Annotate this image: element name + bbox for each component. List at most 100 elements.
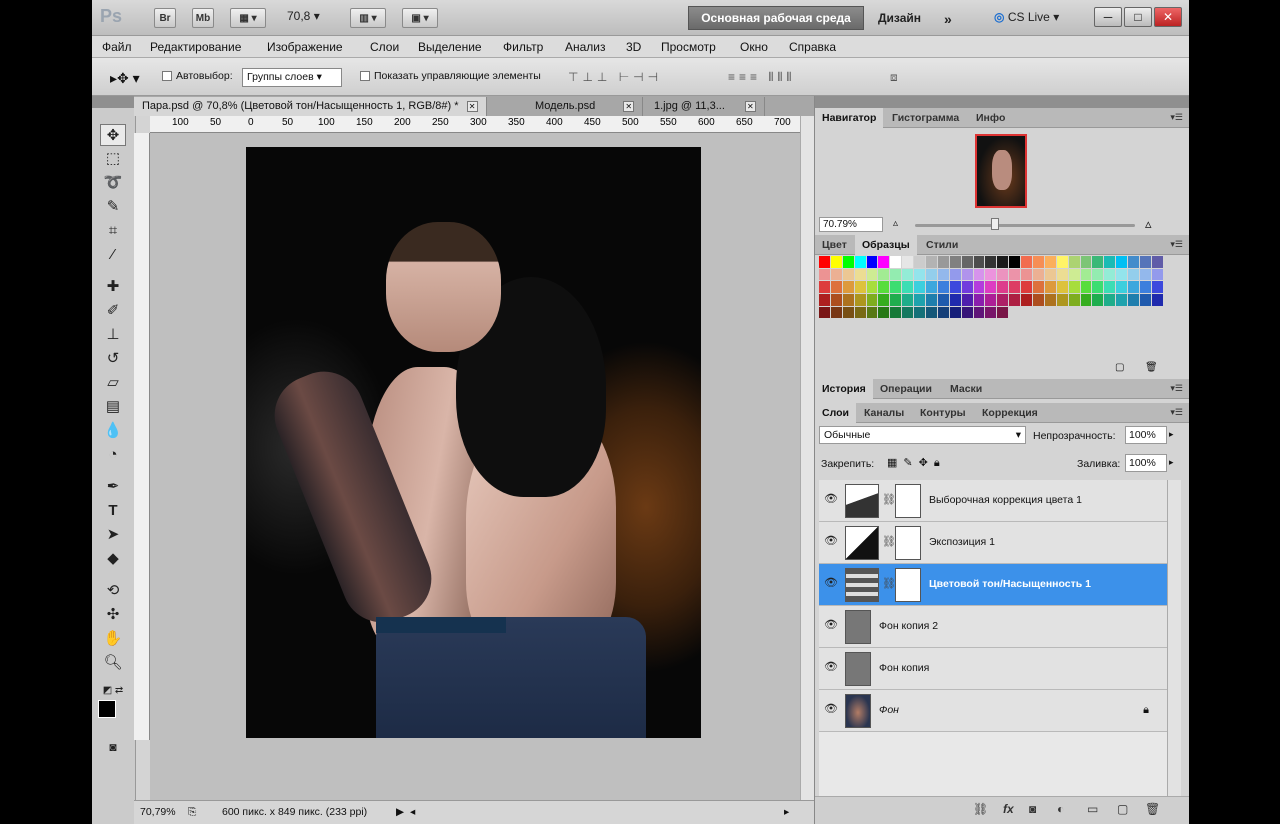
eraser-tool-icon[interactable]: ▱ <box>100 372 126 394</box>
color-swatch[interactable] <box>985 268 998 282</box>
layer-row[interactable]: 👁︎ ⛓︎ Выборочная коррекция цвета 1 <box>819 480 1167 522</box>
shape-tool-icon[interactable]: ◆ <box>100 548 126 570</box>
color-swatch[interactable] <box>1151 256 1164 269</box>
color-swatch[interactable] <box>902 294 915 307</box>
distribute-buttons-icon[interactable]: ≡≡≡ ⫴⫴⫴ <box>728 70 795 85</box>
navigator-zoom-field[interactable]: 70.79% <box>819 217 883 232</box>
minimize-button[interactable]: ─ <box>1094 7 1122 27</box>
color-swatch[interactable] <box>937 268 950 282</box>
color-swatch[interactable] <box>1140 256 1152 269</box>
menu-select[interactable]: Выделение <box>418 40 482 54</box>
new-swatch-icon[interactable]: ▢ <box>1115 362 1124 373</box>
color-swatch[interactable] <box>878 294 891 307</box>
layer-row[interactable]: 👁︎ Фон копия <box>819 648 1167 690</box>
color-swatch[interactable] <box>1056 281 1069 295</box>
color-swatch[interactable] <box>1116 281 1129 295</box>
layers-scrollbar[interactable] <box>1167 480 1181 810</box>
color-swatch[interactable] <box>1116 256 1129 269</box>
color-swatch[interactable] <box>914 281 927 295</box>
color-swatch[interactable] <box>1068 256 1081 269</box>
color-swatch[interactable] <box>890 306 903 320</box>
color-swatch[interactable] <box>914 306 927 320</box>
fill-field[interactable]: 100% <box>1125 454 1167 472</box>
history-brush-tool-icon[interactable]: ↺ <box>100 348 126 370</box>
panel-dock-grip[interactable] <box>815 96 1189 108</box>
maximize-button[interactable]: □ <box>1124 7 1152 27</box>
color-swatch[interactable] <box>961 268 974 282</box>
color-swatch[interactable] <box>961 294 974 307</box>
color-swatch[interactable] <box>985 306 998 320</box>
layer-row[interactable]: 👁︎ ⛓︎ Экспозиция 1 <box>819 522 1167 564</box>
color-swatch[interactable] <box>985 294 998 307</box>
color-swatch[interactable] <box>1009 256 1022 269</box>
color-swatch[interactable] <box>830 256 843 269</box>
color-swatch[interactable] <box>1033 294 1045 307</box>
color-swatch[interactable] <box>842 256 855 269</box>
color-swatch[interactable] <box>819 268 831 282</box>
minibridge-button[interactable]: Mb <box>192 8 214 28</box>
menu-view[interactable]: Просмотр <box>661 40 716 54</box>
panel-menu-icon[interactable]: ▾☰ <box>1170 239 1183 250</box>
swatches-grid[interactable] <box>819 256 1165 320</box>
hand-tool-icon[interactable]: ✋ <box>100 628 126 650</box>
foreground-color-swatch[interactable] <box>98 700 116 718</box>
color-swatch[interactable] <box>985 281 998 295</box>
scroll-right-arrow-icon[interactable]: ▸ <box>784 806 789 818</box>
navigator-zoom-knob[interactable] <box>991 218 999 230</box>
tab-para-psd[interactable]: Пара.psd @ 70,8% (Цветовой тон/Насыщенно… <box>134 97 487 116</box>
color-swatch[interactable] <box>1044 281 1057 295</box>
color-swatch[interactable] <box>1104 281 1117 295</box>
tab-adjustments[interactable]: Коррекция <box>975 403 1045 423</box>
close-button[interactable]: ✕ <box>1154 7 1182 27</box>
color-swatch[interactable] <box>1056 256 1069 269</box>
move-tool-preset-icon[interactable]: ▸✥ ▾ <box>110 70 140 87</box>
horizontal-ruler[interactable]: 100 50 0 50 100 150 200 250 300 350 400 … <box>150 116 800 133</box>
workspace-essentials-button[interactable]: Основная рабочая среда <box>688 6 864 30</box>
color-swatch[interactable] <box>830 294 843 307</box>
close-icon[interactable]: ✕ <box>744 101 756 112</box>
visibility-eye-icon[interactable]: 👁︎ <box>824 662 838 673</box>
new-adjustment-layer-icon[interactable]: ◐ <box>1057 802 1064 816</box>
color-swatch[interactable] <box>926 294 938 307</box>
color-swatch[interactable] <box>1009 268 1022 282</box>
marquee-tool-icon[interactable]: ⬚ <box>100 148 126 170</box>
tab-styles[interactable]: Стили <box>919 235 965 255</box>
color-swatch[interactable] <box>973 268 986 282</box>
dodge-tool-icon[interactable]: ◔ <box>100 444 126 466</box>
menu-image[interactable]: Изображение <box>267 40 343 54</box>
blur-tool-icon[interactable]: 💧 <box>100 420 126 442</box>
zoom-level-select[interactable]: 70,8 ▾ <box>287 9 320 23</box>
color-swatch[interactable] <box>902 281 915 295</box>
opacity-field[interactable]: 100% <box>1125 426 1167 444</box>
color-swatch[interactable] <box>937 256 950 269</box>
color-swatch[interactable] <box>1104 268 1117 282</box>
color-swatch[interactable] <box>1116 268 1129 282</box>
visibility-eye-icon[interactable]: 👁︎ <box>824 578 838 589</box>
visibility-eye-icon[interactable]: 👁︎ <box>824 494 838 505</box>
color-swatch[interactable] <box>854 256 867 269</box>
color-swatch[interactable] <box>890 256 903 269</box>
more-workspaces-button[interactable]: » <box>944 11 952 27</box>
eyedropper-tool-icon[interactable]: ⁄ <box>100 244 126 266</box>
workspace-design-button[interactable]: Дизайн <box>878 11 921 25</box>
color-swatch[interactable] <box>949 256 962 269</box>
view-extras-button[interactable]: ▦ ▾ <box>230 8 266 28</box>
color-swatch[interactable] <box>1068 268 1081 282</box>
color-swatch[interactable] <box>1116 294 1129 307</box>
color-swatch[interactable] <box>997 281 1010 295</box>
color-swatch[interactable] <box>842 306 855 320</box>
zoom-in-icon[interactable]: ▵ <box>1145 216 1152 232</box>
tab-layers[interactable]: Слои <box>815 403 856 423</box>
layer-mask-thumbnail[interactable] <box>895 568 921 602</box>
color-swatch[interactable] <box>1128 281 1141 295</box>
layer-row[interactable]: 👁︎ Фон 🔒︎ <box>819 690 1167 732</box>
color-swatch[interactable] <box>866 268 879 282</box>
navigator-thumbnail[interactable] <box>975 134 1027 208</box>
color-swatch[interactable] <box>973 256 986 269</box>
close-icon[interactable]: ✕ <box>466 101 478 112</box>
color-swatch[interactable] <box>949 306 962 320</box>
color-swatch[interactable] <box>937 306 950 320</box>
color-swatch[interactable] <box>997 268 1010 282</box>
color-swatch[interactable] <box>926 281 938 295</box>
color-swatch[interactable] <box>830 268 843 282</box>
